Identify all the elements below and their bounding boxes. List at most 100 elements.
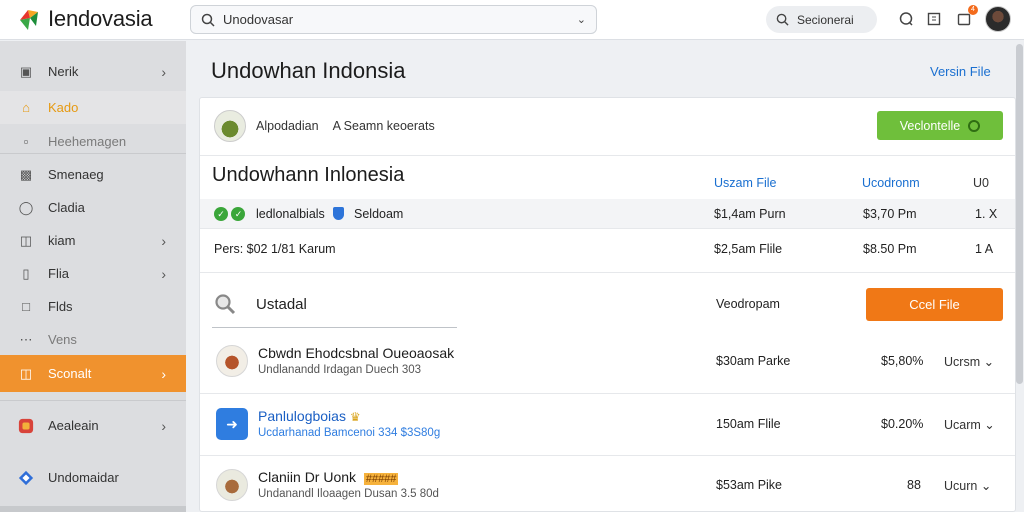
row-value: $1,4am Purn	[714, 207, 786, 221]
chevron-right-icon: ›	[161, 232, 166, 249]
logo-icon	[16, 6, 44, 32]
column-header[interactable]: Ucodronm	[862, 176, 920, 190]
row-value: $3,70 Pm	[863, 207, 917, 221]
divider	[200, 228, 1015, 229]
search-label: Ustadal	[256, 295, 307, 313]
scrollbar[interactable]	[1016, 44, 1023, 384]
sidebar-item-label: Undomaidar	[48, 470, 119, 485]
header-name: Alpodadian	[256, 119, 319, 133]
trophy-icon: ♛	[349, 410, 361, 424]
arrow-right-icon: ➜	[216, 408, 248, 440]
sidebar-item-label: Cladia	[48, 200, 85, 215]
shield-icon	[333, 206, 344, 221]
chevron-down-icon: ⌄	[984, 418, 995, 432]
avatar[interactable]	[985, 6, 1011, 32]
card-header: Alpodadian A Seamn keoerats	[214, 110, 435, 142]
sidebar-item-label: kiam	[48, 233, 76, 248]
sidebar: ▣ Nerik › ⌂ Kado ▫ Heehemagen ▩ Smenaeg …	[0, 41, 186, 512]
item-status[interactable]: Ucrsm ⌄	[944, 354, 994, 369]
item-subtitle: Undlanandd Irdagan Duech 303	[258, 364, 422, 376]
circle-icon: ◯	[18, 199, 34, 215]
tag-icon: ◫	[19, 232, 33, 248]
search-icon	[201, 13, 215, 27]
person-avatar-icon	[216, 469, 248, 501]
top-bar: Iendovasia ⌄ Secionerai 4	[0, 0, 1024, 40]
item-subtitle: Undanandl Iloaagen Dusan 3.5 80d	[258, 488, 439, 500]
pill-label: Secionerai	[797, 12, 854, 27]
item-title: Claniin Dr Uonk #####	[258, 469, 399, 485]
item-subtitle: Ucdarhanad Bamcenoi 334 $3S80g	[258, 427, 441, 439]
sidebar-item-vens[interactable]: ⋯ Vens	[0, 323, 186, 356]
sidebar-divider	[0, 153, 186, 154]
sidebar-item-smenaeg[interactable]: ▩ Smenaeg	[0, 158, 186, 191]
item-value: 150am Flile	[716, 417, 781, 431]
sidebar-item-label: Flds	[48, 299, 73, 314]
search-input[interactable]	[223, 12, 577, 27]
content-card: Alpodadian A Seamn keoerats Veclontelle …	[199, 97, 1016, 512]
file-icon: ▯	[22, 265, 30, 281]
veclontelle-button[interactable]: Veclontelle	[877, 111, 1003, 140]
item-status[interactable]: Ucurn ⌄	[944, 478, 991, 493]
check-icon: ✓	[214, 206, 228, 221]
refresh-icon	[968, 119, 981, 132]
sidebar-item-kiam[interactable]: ◫ kiam ›	[0, 224, 186, 257]
chevron-down-icon[interactable]: ⌄	[577, 13, 586, 26]
sidebar-item-label: Aealeain	[48, 418, 99, 433]
sidebar-item-flds[interactable]: □ Flds	[0, 290, 186, 323]
sidebar-item-aealeain[interactable]: Aealeain ›	[0, 409, 186, 442]
version-file-link[interactable]: Versin File	[930, 64, 991, 79]
search-section[interactable]: Ustadal	[214, 293, 307, 315]
box-icon: □	[22, 299, 30, 314]
list-item[interactable]: Cbwdn Ehodcsbnal Oueoaosak Undlanandd Ir…	[200, 331, 1015, 393]
sidebar-item-flia[interactable]: ▯ Flia ›	[0, 257, 186, 290]
item-value: $53am Pike	[716, 478, 783, 492]
page-title: Undowhan Indonsia	[211, 58, 406, 83]
item-percent: 88	[907, 478, 921, 492]
sidebar-item-undomaidar[interactable]: Undomaidar	[0, 461, 186, 494]
chevron-down-icon: ⌄	[983, 355, 995, 369]
plant-avatar	[214, 110, 246, 142]
divider	[200, 272, 1015, 273]
food-icon	[216, 345, 248, 377]
row-value: $8.50 Pm	[863, 242, 917, 256]
divider	[200, 155, 1015, 156]
search-icon	[776, 13, 789, 26]
item-percent: $0.20%	[881, 417, 924, 431]
chevron-right-icon: ›	[161, 63, 166, 80]
sidebar-item-label: Nerik	[48, 64, 79, 79]
search-pill[interactable]: Secionerai	[766, 6, 877, 33]
section-title: Undowhann Inlonesia	[212, 164, 405, 186]
folder-icon: ▫	[23, 134, 29, 149]
app-logo[interactable]: Iendovasia	[16, 6, 153, 32]
sidebar-item-kado[interactable]: ⌂ Kado	[0, 91, 186, 124]
sidebar-item-cladia[interactable]: ◯ Cladia	[0, 191, 186, 224]
notification-icon[interactable]: 4	[954, 5, 978, 29]
column-label: Veodropam	[716, 297, 780, 311]
table-row[interactable]: Pers: $02 1/81 Karum $2,5am Flile $8.50 …	[200, 234, 1015, 263]
dots-icon: ⋯	[19, 331, 33, 347]
column-header[interactable]: U0	[973, 176, 989, 190]
item-title: Cbwdn Ehodcsbnal Oueoaosak	[258, 345, 455, 361]
search-bar[interactable]: ⌄	[190, 5, 597, 34]
list-item[interactable]: ➜ Panlulogboias ♛ Ucdarhanad Bamcenoi 33…	[200, 394, 1015, 456]
list-item[interactable]: Claniin Dr Uonk ##### Undanandl Iloaagen…	[200, 455, 1015, 511]
row-name: Pers: $02 1/81 Karum	[214, 242, 336, 256]
diamond-icon	[18, 470, 34, 486]
sidebar-item-label: Sconalt	[48, 366, 92, 381]
cel-file-button[interactable]: Ccel File	[866, 288, 1003, 321]
magnifier-icon	[214, 293, 236, 315]
home-icon: ⌂	[22, 100, 30, 115]
table-row[interactable]: ✓ ✓ ledlonalbials Seldoam $1,4am Purn $3…	[200, 199, 1015, 228]
item-status[interactable]: Ucarm ⌄	[944, 417, 995, 432]
row-value: 1. X	[975, 207, 998, 221]
document-icon[interactable]	[924, 9, 944, 29]
button-label: Veclontelle	[899, 118, 961, 133]
header-tag: A Seamn keoerats	[332, 119, 435, 133]
sidebar-item-sconalt[interactable]: ◫ Sconalt ›	[0, 355, 186, 392]
sidebar-item-nerik[interactable]: ▣ Nerik ›	[0, 55, 186, 88]
sidebar-item-label: Smenaeg	[48, 167, 104, 182]
column-header[interactable]: Uszam File	[714, 176, 777, 190]
chat-icon[interactable]	[896, 9, 916, 29]
chevron-down-icon: ⌄	[980, 479, 992, 493]
chevron-right-icon: ›	[161, 365, 166, 382]
